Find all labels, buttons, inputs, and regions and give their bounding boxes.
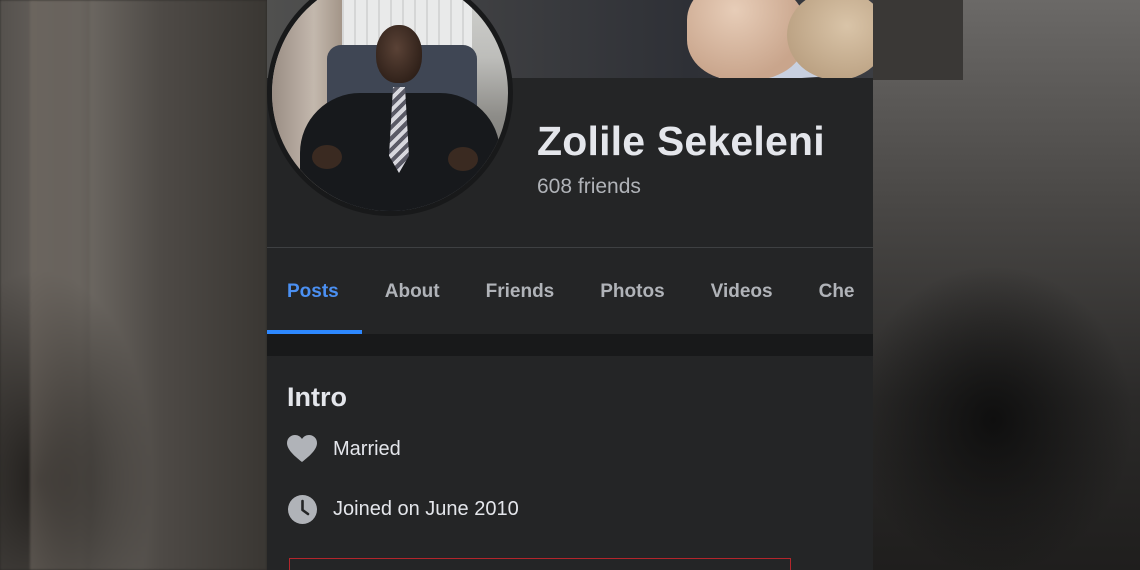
tab-videos[interactable]: Videos xyxy=(688,248,796,334)
intro-item-text: Married xyxy=(333,437,401,460)
tab-friends[interactable]: Friends xyxy=(463,248,578,334)
highlight-box xyxy=(289,558,791,570)
heart-icon xyxy=(287,434,317,464)
tab-posts[interactable]: Posts xyxy=(267,248,362,334)
intro-title: Intro xyxy=(287,382,347,412)
tab-about[interactable]: About xyxy=(362,248,463,334)
tab-check-ins[interactable]: Che xyxy=(796,248,873,334)
photo-person-hand xyxy=(448,147,478,171)
clock-icon xyxy=(287,494,317,524)
profile-tabs: Posts About Friends Photos Videos Che xyxy=(267,248,873,334)
tab-photos[interactable]: Photos xyxy=(577,248,687,334)
blurred-background-left xyxy=(0,0,267,570)
photo-person-head xyxy=(376,25,422,83)
blurred-background-right xyxy=(873,0,1140,570)
intro-item-relationship: Married xyxy=(287,434,401,464)
photo-person-hand xyxy=(312,145,342,169)
section-separator xyxy=(267,334,873,356)
profile-name: Zolile Sekeleni xyxy=(537,118,825,164)
intro-item-text: Joined on June 2010 xyxy=(333,497,519,520)
intro-item-joined: Joined on June 2010 xyxy=(287,494,519,524)
profile-picture[interactable] xyxy=(267,0,513,216)
friends-count[interactable]: 608 friends xyxy=(537,175,641,199)
profile-screen: Zolile Sekeleni 608 friends Posts About … xyxy=(267,0,873,570)
intro-card: Intro Married Joined on June 2010 xyxy=(267,356,873,570)
